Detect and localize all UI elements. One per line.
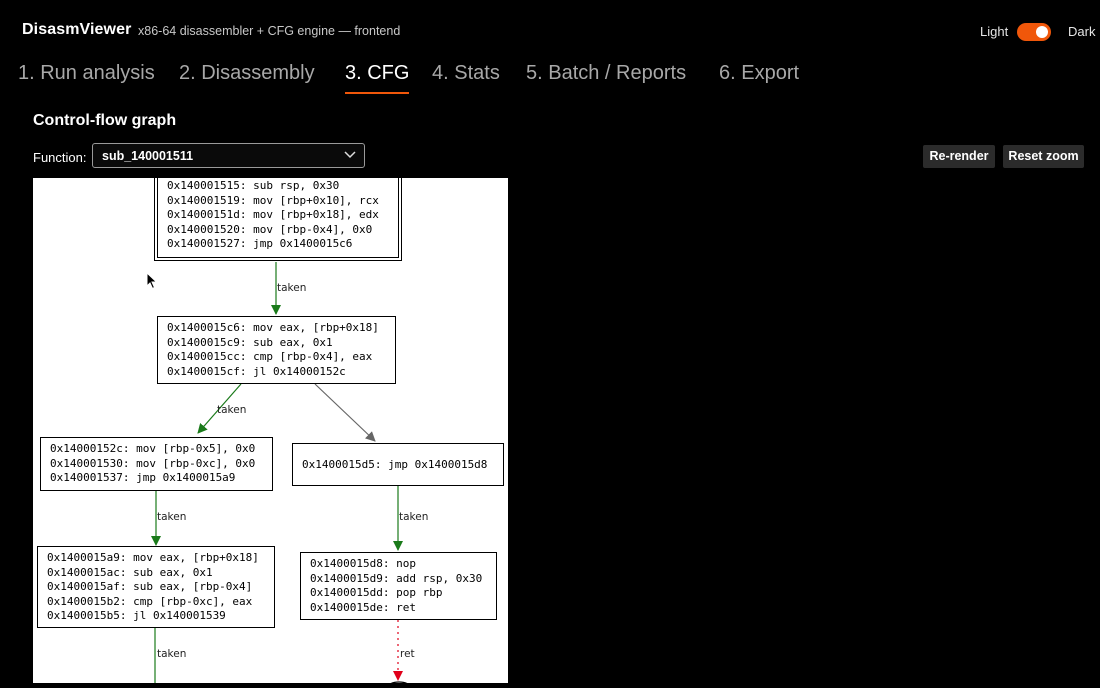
reset-zoom-button[interactable]: Reset zoom [1003, 145, 1084, 168]
theme-dark-label: Dark [1068, 24, 1096, 39]
tab-batch-reports[interactable]: 5. Batch / Reports [526, 62, 686, 85]
basic-block-inner-loop[interactable]: 0x1400015a9: mov eax, [rbp+0x18] 0x14000… [37, 546, 275, 628]
asm-line: 0x1400015dd: pop rbp [310, 586, 443, 599]
toggle-knob [1036, 26, 1048, 38]
top-bar: DisasmViewer x86-64 disassembler + CFG e… [0, 0, 1100, 58]
asm-line: 0x1400015d5: jmp 0x1400015d8 [302, 458, 488, 471]
app-subtitle: x86-64 disassembler + CFG engine — front… [138, 24, 401, 38]
asm-line: 0x1400015af: sub eax, [rbp-0x4] [47, 580, 253, 593]
tab-cfg[interactable]: 3. CFG [345, 62, 410, 94]
function-select-value: sub_140001511 [102, 149, 194, 163]
asm-line: 0x1400015a9: mov eax, [rbp+0x18] [47, 551, 259, 564]
mouse-cursor-icon [146, 272, 158, 290]
asm-line: 0x140001537: jmp 0x1400015a9 [50, 471, 236, 484]
page-title: Control-flow graph [33, 112, 177, 129]
asm-line: 0x140001519: mov [rbp+0x10], rcx [167, 193, 379, 207]
chevron-down-icon [344, 151, 356, 159]
asm-line: 0x14000152c: mov [rbp-0x5], 0x0 [50, 442, 256, 455]
theme-switch: Light Dark [960, 23, 1100, 41]
edge-label: taken [399, 511, 429, 523]
app-name: DisasmViewer [22, 21, 132, 38]
tab-run-analysis[interactable]: 1. Run analysis [18, 62, 155, 85]
rerender-button[interactable]: Re-render [923, 145, 995, 168]
tab-disassembly[interactable]: 2. Disassembly [179, 62, 315, 85]
asm-line: 0x140001530: mov [rbp-0xc], 0x0 [50, 456, 256, 470]
basic-block-entry[interactable]: 0x140001515: sub rsp, 0x30 0x140001519: … [157, 178, 399, 258]
theme-toggle[interactable] [1017, 23, 1051, 41]
asm-line: 0x1400015de: ret [310, 600, 416, 614]
asm-line: 0x1400015d8: nop [310, 557, 416, 570]
asm-line: 0x1400015d9: add rsp, 0x30 [310, 571, 483, 585]
function-select[interactable]: sub_140001511 [92, 143, 365, 168]
edge-label: taken [217, 404, 247, 416]
tab-stats[interactable]: 4. Stats [432, 62, 500, 85]
edge-label: taken [157, 511, 187, 523]
asm-line: 0x1400015c9: sub eax, 0x1 [167, 335, 333, 349]
cfg-canvas[interactable]: 0x140001515: sub rsp, 0x30 0x140001519: … [33, 178, 508, 683]
edge-label: taken [277, 282, 307, 294]
asm-line: 0x14000151d: mov [rbp+0x18], edx [167, 208, 379, 221]
asm-line: 0x1400015b2: cmp [rbp-0xc], eax [47, 594, 253, 608]
asm-line: 0x1400015cc: cmp [rbp-0x4], eax [167, 350, 373, 363]
function-label: Function: [33, 150, 87, 165]
asm-line: 0x140001520: mov [rbp-0x4], 0x0 [167, 222, 373, 236]
asm-line: 0x1400015cf: jl 0x14000152c [167, 364, 346, 378]
asm-line: 0x140001527: jmp 0x1400015c6 [167, 237, 353, 250]
edge-b1-b3 [314, 383, 376, 442]
basic-block-loop-body[interactable]: 0x14000152c: mov [rbp-0x5], 0x0 0x140001… [40, 437, 273, 491]
basic-block-jmp-exit[interactable]: 0x1400015d5: jmp 0x1400015d8 [292, 443, 504, 486]
asm-line: 0x1400015ac: sub eax, 0x1 [47, 565, 213, 579]
asm-line: 0x1400015c6: mov eax, [rbp+0x18] [167, 321, 379, 334]
edge-label: ret [400, 648, 415, 660]
asm-line: 0x140001515: sub rsp, 0x30 [167, 179, 340, 192]
basic-block-loop-header[interactable]: 0x1400015c6: mov eax, [rbp+0x18] 0x14000… [157, 316, 396, 384]
theme-light-label: Light [980, 24, 1009, 39]
asm-line: 0x1400015b5: jl 0x140001539 [47, 609, 226, 622]
tab-export[interactable]: 6. Export [719, 62, 799, 85]
basic-block-epilogue[interactable]: 0x1400015d8: nop 0x1400015d9: add rsp, 0… [300, 552, 497, 620]
exit-node [390, 681, 408, 683]
edge-label: taken [157, 648, 187, 660]
